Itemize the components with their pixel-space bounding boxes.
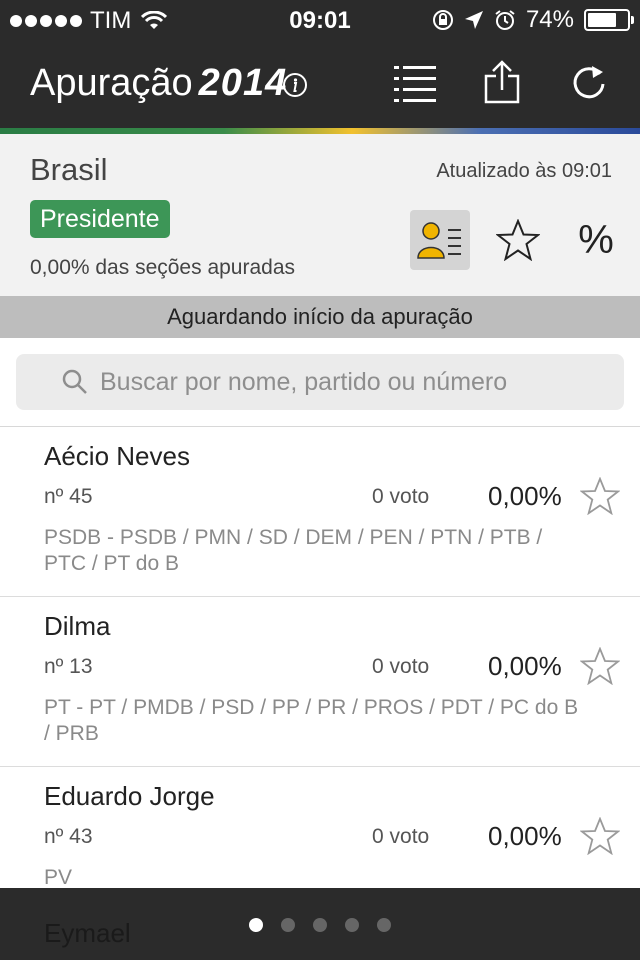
candidate-name: Dilma (44, 611, 111, 641)
alarm-icon (495, 10, 515, 30)
updated-time: Atualizado às 09:01 (436, 160, 612, 182)
candidate-list-icon (417, 222, 461, 259)
search-box[interactable] (16, 354, 624, 410)
candidate-percent: 0,00% (488, 651, 562, 681)
share-icon[interactable] (484, 60, 520, 104)
candidate-votes: 0 voto (372, 655, 430, 678)
region-title: Brasil (30, 152, 108, 187)
search-area (0, 338, 640, 426)
candidate-row[interactable]: Aécio Neves nº 45 0 voto 0,00% PSDB - PS… (0, 427, 640, 597)
app-title-text: Apuração (30, 62, 193, 104)
candidate-percent: 0,00% (488, 481, 562, 511)
app-title: Apuração 2014 (30, 62, 287, 105)
candidate-parties: PT - PT / PMDB / PSD / PP / PR / PROS / … (44, 696, 579, 745)
status-bar: TIM 09:01 74% (0, 0, 640, 40)
page-dot[interactable] (313, 918, 327, 932)
candidate-name: Eduardo Jorge (44, 781, 215, 811)
bottom-bar: Eymael (0, 888, 640, 960)
candidate-list[interactable]: Aécio Neves nº 45 0 voto 0,00% PSDB - PS… (0, 426, 640, 888)
favorite-star-icon[interactable] (580, 647, 620, 685)
page-indicator[interactable] (0, 918, 640, 932)
list-icon[interactable] (394, 64, 436, 102)
candidate-name: Aécio Neves (44, 441, 190, 471)
battery-icon (584, 9, 634, 31)
candidate-parties: PV (44, 866, 73, 888)
percent-icon: % (578, 217, 614, 262)
star-icon (496, 219, 540, 261)
candidate-parties: PSDB - PSDB / PMN / SD / DEM / PEN / PTN… (44, 526, 543, 575)
candidate-number: nº 43 (44, 825, 93, 848)
info-icon[interactable] (282, 72, 308, 98)
candidate-row[interactable]: Eduardo Jorge nº 43 0 voto 0,00% PV (0, 767, 640, 888)
refresh-icon[interactable] (570, 62, 608, 102)
page-dot[interactable] (249, 918, 263, 932)
rotation-lock-icon (432, 10, 453, 30)
candidates-view-button[interactable] (410, 210, 470, 270)
search-icon (62, 369, 87, 394)
location-icon (464, 11, 483, 29)
page-dot[interactable] (345, 918, 359, 932)
candidate-number: nº 45 (44, 485, 93, 508)
results-header: Brasil Atualizado às 09:01 Presidente 0,… (0, 134, 640, 296)
candidate-row[interactable]: Dilma nº 13 0 voto 0,00% PT - PT / PMDB … (0, 597, 640, 767)
office-badge[interactable]: Presidente (30, 200, 170, 238)
battery-percent: 74% (525, 6, 574, 33)
page-dot[interactable] (281, 918, 295, 932)
percent-view-button[interactable]: % (566, 210, 626, 270)
nav-bar: Apuração 2014 (0, 40, 640, 128)
favorite-star-icon[interactable] (580, 817, 620, 855)
status-banner: Aguardando início da apuração (0, 296, 640, 338)
search-input[interactable] (100, 367, 580, 397)
candidate-votes: 0 voto (372, 485, 430, 508)
page-dot[interactable] (377, 918, 391, 932)
candidate-number: nº 13 (44, 655, 93, 678)
candidate-percent: 0,00% (488, 821, 562, 851)
app-title-year: 2014 (198, 62, 288, 104)
favorites-button[interactable] (488, 210, 548, 270)
candidate-votes: 0 voto (372, 825, 430, 848)
favorite-star-icon[interactable] (580, 477, 620, 515)
sections-counted: 0,00% das seções apuradas (30, 256, 296, 279)
